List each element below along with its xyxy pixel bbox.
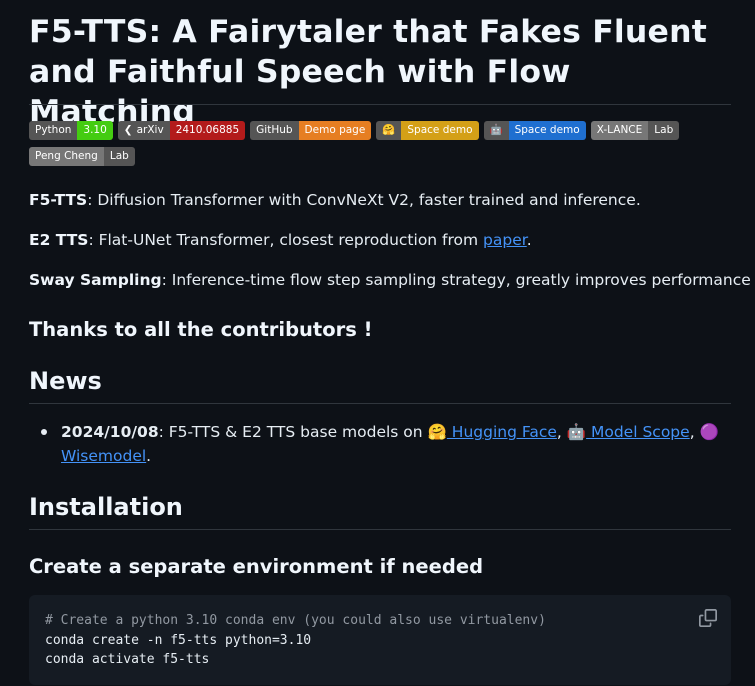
pengcheng-lab-badge[interactable]: Peng Cheng Lab	[29, 147, 135, 166]
e2-tts-description: E2 TTS: Flat-UNet Transformer, closest r…	[29, 231, 532, 249]
hugging-face-link[interactable]: Hugging Face	[447, 423, 557, 441]
bullet	[41, 429, 47, 435]
code-line: conda activate f5-tts	[45, 652, 210, 667]
xlance-lab-badge[interactable]: X-LANCE Lab	[590, 121, 680, 140]
news-date: 2024/10/08	[61, 423, 159, 441]
installation-divider	[29, 529, 731, 530]
code-block: # Create a python 3.10 conda env (you co…	[29, 595, 731, 685]
badge-row: Peng Cheng Lab	[29, 147, 731, 167]
installation-heading: Installation	[29, 493, 183, 521]
paper-link[interactable]: paper	[483, 231, 527, 249]
code-line: conda create -n f5-tts python=3.10	[45, 632, 312, 648]
code-content: # Create a python 3.10 conda env (you co…	[29, 595, 731, 686]
title-divider	[29, 104, 731, 105]
environment-subheading: Create a separate environment if needed	[29, 555, 484, 578]
wisemodel-link[interactable]: Wisemodel	[61, 447, 146, 465]
model-scope-link[interactable]: Model Scope	[586, 423, 690, 441]
badges: Python 3.10 ❮ arXiv 2410.06885 GitHub Dem…	[29, 121, 731, 173]
robot-icon: 🤖	[483, 121, 509, 140]
copy-icon[interactable]	[699, 609, 717, 627]
robot-icon: 🤖	[566, 423, 587, 441]
python-badge[interactable]: Python 3.10	[29, 121, 113, 140]
arxiv-badge[interactable]: ❮ arXiv 2410.06885	[117, 121, 246, 140]
hugging-face-icon: 🤗	[376, 121, 402, 140]
arxiv-icon: ❮	[123, 124, 133, 136]
github-demo-badge[interactable]: GitHub Demo page	[250, 121, 372, 140]
hugging-face-icon: 🤗	[427, 423, 447, 441]
thanks-heading: Thanks to all the contributors !	[29, 318, 373, 341]
modelscope-space-badge[interactable]: 🤖 Space demo	[483, 121, 586, 140]
news-list-item: 2024/10/08: F5-TTS & E2 TTS base models …	[41, 420, 731, 468]
readme-page: F5-TTS: A Fairytaler that Fakes Fluent a…	[0, 0, 755, 685]
page-title: F5-TTS: A Fairytaler that Fakes Fluent a…	[29, 14, 708, 130]
badge-row: Python 3.10 ❮ arXiv 2410.06885 GitHub Dem…	[29, 121, 731, 141]
news-divider	[29, 403, 731, 404]
code-comment: # Create a python 3.10 conda env (you co…	[45, 613, 546, 628]
f5-tts-description: F5-TTS: Diffusion Transformer with ConvN…	[29, 191, 641, 209]
news-heading: News	[29, 367, 102, 395]
sway-sampling-description: Sway Sampling: Inference-time flow step …	[29, 271, 751, 289]
purple-circle-icon: 🟣	[699, 423, 719, 441]
hf-space-badge[interactable]: 🤗 Space demo	[376, 121, 479, 140]
